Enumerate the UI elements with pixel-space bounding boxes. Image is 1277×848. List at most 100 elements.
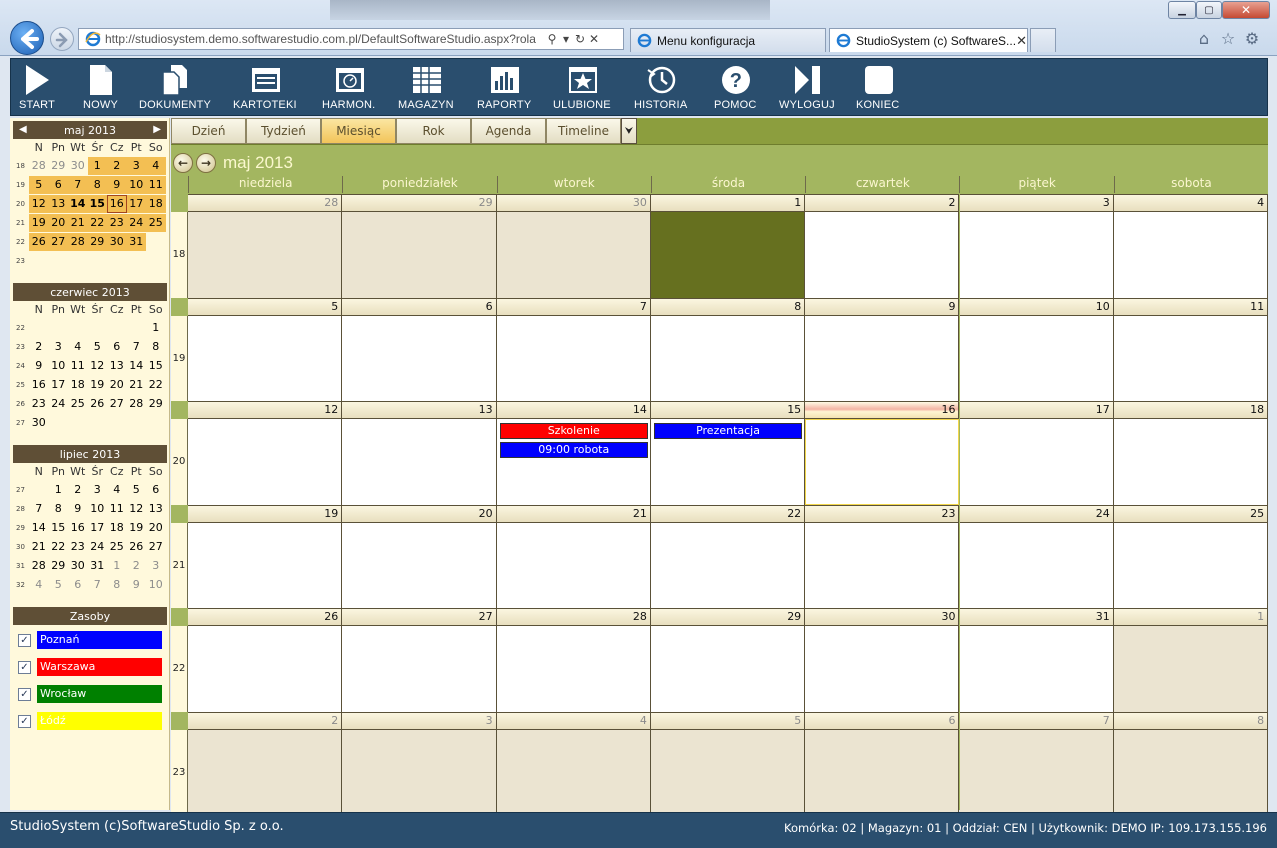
mini-day[interactable]: 4 — [29, 576, 49, 594]
browser-tab-menu[interactable]: Menu konfiguracja — [630, 28, 826, 52]
toolbar-kartoteki-button[interactable]: KARTOTEKI — [233, 64, 297, 114]
day-number[interactable]: 3 — [342, 711, 497, 730]
day-cell[interactable] — [496, 626, 651, 712]
more-views-chevron-icon[interactable]: ⮟ — [621, 118, 637, 144]
mini-day[interactable]: 14 — [68, 194, 88, 213]
day-cell[interactable] — [342, 729, 497, 815]
mini-prev-icon[interactable]: ◀ — [19, 124, 27, 135]
mini-day[interactable]: 25 — [107, 538, 127, 556]
day-number[interactable]: 28 — [188, 194, 343, 212]
day-number[interactable]: 22 — [650, 504, 806, 523]
mini-day[interactable]: 30 — [29, 414, 49, 432]
resource-poznan[interactable]: ✓ Poznań — [18, 630, 162, 650]
mini-day[interactable]: 22 — [146, 376, 166, 394]
day-cell[interactable] — [959, 522, 1114, 608]
mini-day[interactable]: 14 — [127, 357, 147, 375]
day-number[interactable]: 1 — [650, 194, 806, 212]
day-cell[interactable] — [188, 419, 343, 505]
calendar-event[interactable]: Prezentacja — [653, 423, 803, 439]
mini-day[interactable]: 26 — [29, 232, 49, 251]
minimize-button[interactable]: ▁ — [1168, 1, 1196, 19]
day-cell[interactable] — [650, 729, 806, 815]
day-number[interactable]: 29 — [650, 608, 806, 626]
mini-day[interactable]: 28 — [68, 232, 88, 251]
mini-day[interactable]: 8 — [49, 500, 69, 518]
mini-day[interactable]: 11 — [146, 175, 166, 194]
toolbar-documents-button[interactable]: DOKUMENTY — [139, 64, 211, 114]
mini-day[interactable]: 29 — [87, 232, 107, 251]
toolbar-magazyn-button[interactable]: MAGAZYN — [398, 64, 454, 114]
day-number[interactable]: 4 — [496, 711, 651, 730]
mini-day[interactable]: 28 — [29, 557, 49, 575]
day-cell[interactable] — [959, 315, 1114, 401]
mini-day[interactable]: 1 — [107, 557, 127, 575]
close-window-button[interactable]: ✕ — [1222, 1, 1270, 19]
home-icon[interactable]: ⌂ — [1194, 29, 1214, 49]
mini-day[interactable]: 31 — [126, 232, 146, 251]
mini-day[interactable]: 30 — [107, 232, 127, 251]
mini-day[interactable]: 1 — [87, 156, 107, 175]
day-number[interactable]: 12 — [188, 401, 343, 419]
day-cell[interactable] — [959, 419, 1114, 505]
toolbar-harmon-button[interactable]: HARMON. — [322, 64, 375, 114]
day-number[interactable]: 27 — [342, 608, 497, 626]
back-button[interactable] — [10, 21, 44, 55]
day-cell[interactable] — [959, 626, 1114, 712]
address-text[interactable]: http://studiosystem.demo.softwarestudio.… — [105, 32, 545, 46]
tab-agenda[interactable]: Agenda — [471, 118, 546, 144]
mini-day[interactable]: 5 — [88, 338, 108, 356]
resource-checkbox[interactable]: ✓ — [18, 633, 31, 647]
day-number[interactable]: 24 — [959, 504, 1114, 523]
mini-day[interactable]: 9 — [68, 500, 88, 518]
day-cell[interactable] — [188, 315, 343, 401]
tab-timeline[interactable]: Timeline — [546, 118, 621, 144]
day-cell[interactable] — [805, 729, 960, 815]
mini-day[interactable]: 4 — [107, 481, 127, 499]
day-number[interactable]: 2 — [805, 194, 960, 212]
day-number[interactable]: 5 — [650, 711, 806, 730]
resource-warszawa[interactable]: ✓ Warszawa — [18, 657, 162, 677]
tab-year[interactable]: Rok — [396, 118, 471, 144]
mini-day[interactable]: 6 — [68, 576, 88, 594]
day-number[interactable]: 1 — [1113, 608, 1269, 626]
day-cell[interactable] — [342, 212, 497, 298]
browser-tab-studio[interactable]: StudioSystem (c) SoftwareS... ✕ — [829, 28, 1028, 52]
mini-day[interactable]: 30 — [68, 557, 88, 575]
address-bar[interactable]: http://studiosystem.demo.softwarestudio.… — [78, 28, 624, 50]
mini-day[interactable]: 27 — [48, 232, 68, 251]
day-number[interactable]: 25 — [1113, 504, 1269, 523]
day-number[interactable]: 30 — [805, 608, 960, 626]
day-cell[interactable] — [805, 315, 960, 401]
week-number[interactable]: 21 — [171, 522, 188, 608]
mini-day[interactable]: 26 — [127, 538, 147, 556]
day-cell[interactable] — [188, 522, 343, 608]
mini-day[interactable]: 4 — [68, 338, 88, 356]
day-cell[interactable] — [496, 315, 651, 401]
tab-day[interactable]: Dzień — [171, 118, 246, 144]
mini-day[interactable]: 5 — [49, 576, 69, 594]
settings-gear-icon[interactable]: ⚙ — [1242, 29, 1262, 49]
tab-month[interactable]: Miesiąc — [321, 118, 396, 144]
new-tab-button[interactable] — [1030, 28, 1056, 52]
day-number[interactable]: 8 — [1113, 711, 1269, 730]
mini-day[interactable]: 28 — [29, 157, 49, 175]
mini-day[interactable]: 10 — [49, 357, 69, 375]
toolbar-wyloguj-button[interactable]: WYLOGUJ — [779, 64, 835, 114]
mini-day[interactable]: 2 — [107, 156, 127, 175]
mini-day[interactable]: 19 — [127, 519, 147, 537]
day-cell[interactable] — [342, 315, 497, 401]
mini-day[interactable]: 9 — [127, 576, 147, 594]
mini-day[interactable]: 24 — [126, 213, 146, 232]
mini-day[interactable]: 2 — [68, 481, 88, 499]
week-number[interactable]: 19 — [171, 315, 188, 401]
day-number[interactable]: 29 — [342, 194, 497, 212]
mini-day[interactable]: 7 — [127, 338, 147, 356]
day-number[interactable]: 16 — [805, 401, 960, 419]
mini-day[interactable]: 12 — [29, 194, 49, 213]
day-cell[interactable] — [650, 626, 806, 712]
mini-day[interactable]: 30 — [68, 157, 88, 175]
toolbar-ulubione-button[interactable]: ULUBIONE — [553, 64, 611, 114]
day-cell[interactable] — [650, 522, 806, 608]
day-number[interactable]: 13 — [342, 401, 497, 419]
day-number[interactable]: 30 — [496, 194, 651, 212]
